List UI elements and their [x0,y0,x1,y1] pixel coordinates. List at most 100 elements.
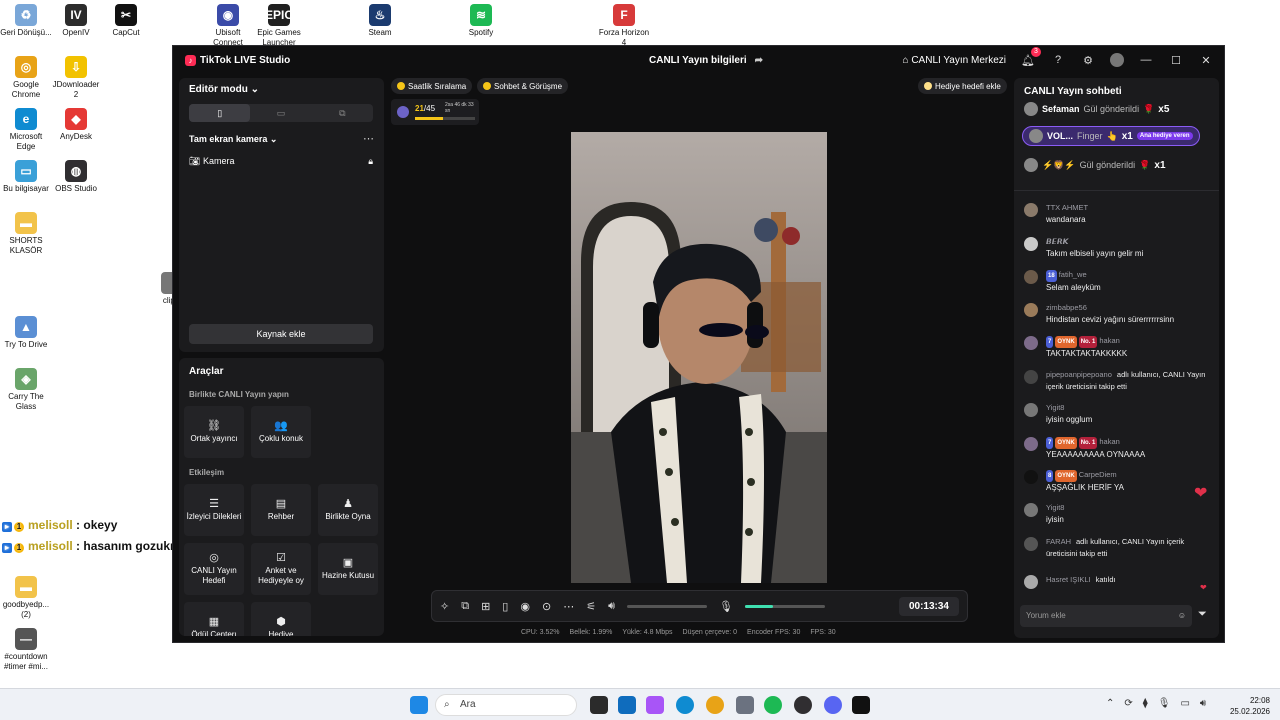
camera-preview[interactable] [571,132,827,583]
landscape-icon[interactable]: ▭ [250,104,311,122]
tool-poll[interactable]: ☑ Anket ve Hediyeyle oy [251,543,311,595]
chat-username[interactable]: zimbabpe56 [1046,303,1087,312]
volume-icon[interactable]: 🔊︎ [1200,698,1206,709]
more-icon[interactable]: ⋯ [563,600,574,613]
hourly-ranking-pill[interactable]: Saatlik Sıralama [391,78,473,94]
desktop-shortcut[interactable]: e Microsoft Edge [0,108,52,152]
desktop-shortcut[interactable]: ▭ Bu bilgisayar [0,160,52,194]
add-media-icon[interactable]: ⊞ [481,600,490,613]
avatar[interactable] [1024,575,1038,589]
settings-gear-icon[interactable]: ⚙ [1080,52,1096,68]
sync-icon[interactable]: ⟳ [1124,698,1132,709]
chat-username[interactable]: Yigit8 [1046,503,1064,512]
chat-username[interactable]: FARAH [1046,537,1071,546]
edge-taskbar-icon[interactable] [676,696,694,714]
chat-username[interactable]: Yigit8 [1046,403,1064,412]
desktop-shortcut[interactable]: ◍ OBS Studio [50,160,102,194]
avatar[interactable] [1024,303,1038,317]
desktop-shortcut[interactable]: ⇩ JDownloader 2 [50,56,102,100]
desktop-shortcut[interactable]: ≋ Spotify [455,4,507,38]
chat-username[interactable]: CarpeDiem [1079,470,1117,479]
audio-settings-icon[interactable]: ⚟ [586,600,596,613]
share-icon[interactable]: ➦ [755,55,763,66]
tool-gift[interactable]: ⬢ Hediye [251,602,311,636]
chat-username[interactable]: hakan [1099,437,1119,446]
scene-dropdown[interactable]: Tam ekran kamera ⌄ [189,134,277,145]
chat-message[interactable]: 18 fatih_we Selam aleyküm [1024,269,1214,294]
taskbar-search[interactable]: ⌕ Ara [435,694,577,716]
chat-message[interactable]: 𝘽𝙀𝙍𝙆 Takım elbiseli yayın gelir mi [1024,236,1214,260]
chat-message[interactable]: TTX AHMET wandanara [1024,202,1214,226]
chat-message[interactable]: FARAH adlı kullanıcı, CANLI Yayın içerik … [1024,536,1214,560]
live-center-button[interactable]: ⌂ CANLI Yayın Merkezi [903,55,1007,66]
lock-icon[interactable]: 🔒︎ [368,156,373,167]
avatar[interactable] [1024,336,1038,350]
maximize-icon[interactable]: ☐ [1168,52,1184,68]
tiktok-taskbar-icon[interactable] [852,696,870,714]
close-icon[interactable]: ✕ [1198,52,1214,68]
desktop-shortcut[interactable]: ✂ CapCut [100,4,152,38]
desktop-shortcut[interactable]: — #countdown #timer #mi... [0,628,52,672]
tray-app-icon[interactable]: ⧫ [1143,698,1148,709]
chat-call-pill[interactable]: Sohbet & Görüşme [477,78,569,94]
chat-username[interactable]: TTX AHMET [1046,203,1088,212]
tool-guide[interactable]: ▤ Rehber [251,484,311,536]
desktop-shortcut[interactable]: ◆ AnyDesk [50,108,102,142]
tool-viewer-requests[interactable]: ☰ İzleyici Dilekleri [184,484,244,536]
chat-message[interactable]: 7 OYNK No. 1 hakan TAKTAKTAKTAKKKKK [1024,335,1214,360]
source-item-camera[interactable]: 📷︎ Kamera 🔒︎ [189,156,373,167]
avatar[interactable] [1024,370,1038,384]
profile-avatar[interactable] [1110,53,1124,67]
desktop-shortcut[interactable]: ♻ Geri Dönüşü... [0,4,52,38]
chevron-up-icon[interactable]: ⌃ [1106,698,1114,709]
obs-taskbar-icon[interactable] [794,696,812,714]
speaker-icon[interactable]: 🔊︎ [608,600,615,613]
avatar[interactable] [1024,403,1038,417]
desktop-shortcut[interactable]: ♨ Steam [354,4,406,38]
avatar[interactable] [1024,203,1038,217]
desktop-shortcut[interactable]: ▬ SHORTS KLASÖR [0,212,52,256]
task-view-icon[interactable] [590,696,608,714]
network-icon[interactable]: ▭ [1180,698,1189,709]
avatar[interactable] [1024,537,1038,551]
desktop-shortcut[interactable]: IV OpenIV [50,4,102,38]
microphone-tray-icon[interactable]: 🎙︎ [1158,698,1171,709]
tool-treasure-box[interactable]: ▣ Hazine Kutusu [318,543,378,595]
tool-live-goal[interactable]: ◎ CANLI Yayın Hedefi [184,543,244,595]
avatar[interactable] [1024,437,1038,451]
live-info-button[interactable]: CANLI Yayın bilgileri ➦ [649,55,763,66]
portrait-icon[interactable]: ▯ [189,104,251,122]
settings-taskbar-icon[interactable] [736,696,754,714]
desktop-shortcut[interactable]: EPIC Epic Games Launcher [253,4,305,48]
effects-icon[interactable]: ✧ [440,600,449,613]
spotify-taskbar-icon[interactable] [764,696,782,714]
microphone-icon[interactable]: 🎙︎ [719,600,733,613]
chat-message[interactable]: Yigit8 iyisin ogglum [1024,402,1214,426]
tool-reward[interactable]: ▦ Ödül Centerı [184,602,244,636]
volume-slider[interactable] [627,604,707,608]
dual-view-icon[interactable]: ⧉ [312,104,373,122]
chat-message[interactable]: 7 OYNK No. 1 hakan YEAAAAAAAAA OYNAAAA [1024,436,1214,461]
tool-multi-guest[interactable]: 👥 Çoklu konuk [251,406,311,458]
emoji-icon[interactable]: ☺ [1178,605,1186,627]
chat-message[interactable]: Hasret IŞIKLI katıldı [1024,574,1214,589]
discord-taskbar-icon[interactable] [824,696,842,714]
chat-message[interactable]: zimbabpe56 Hindistan cevizi yağını sürerr… [1024,302,1214,326]
avatar[interactable] [1024,237,1038,251]
notification-icon[interactable]: 🔔︎ 3 [1020,47,1041,68]
outlook-icon[interactable] [618,696,636,714]
chat-username[interactable]: Hasret IŞIKLI [1046,575,1091,584]
chat-message[interactable]: 8 OYNK CarpeDiem AŞŞAĞLIK HERİF YA [1024,469,1214,494]
taskbar-clock[interactable]: 22:08 25.02.2026 [1230,695,1270,717]
camera-switch-icon[interactable]: ⊙ [542,600,551,613]
chat-username[interactable]: 𝘽𝙀𝙍𝙆 [1046,237,1068,246]
comment-input[interactable]: Yorum ekle ☺ [1020,605,1192,627]
screen-capture-icon[interactable]: ⧉ [461,600,469,613]
tool-play-together[interactable]: ♟ Birlikte Oyna [318,484,378,536]
windows-start-icon[interactable] [410,696,428,714]
desktop-shortcut[interactable]: ◉ Ubisoft Connect [202,4,254,48]
filter-icon[interactable]: ⏷ [1198,608,1207,621]
minimize-icon[interactable]: — [1138,52,1154,68]
hourly-rank-widget[interactable]: 21/45 2sa 46 dk 33 sn [391,99,479,125]
chat-username[interactable]: pipepoanpipepoano [1046,370,1112,379]
